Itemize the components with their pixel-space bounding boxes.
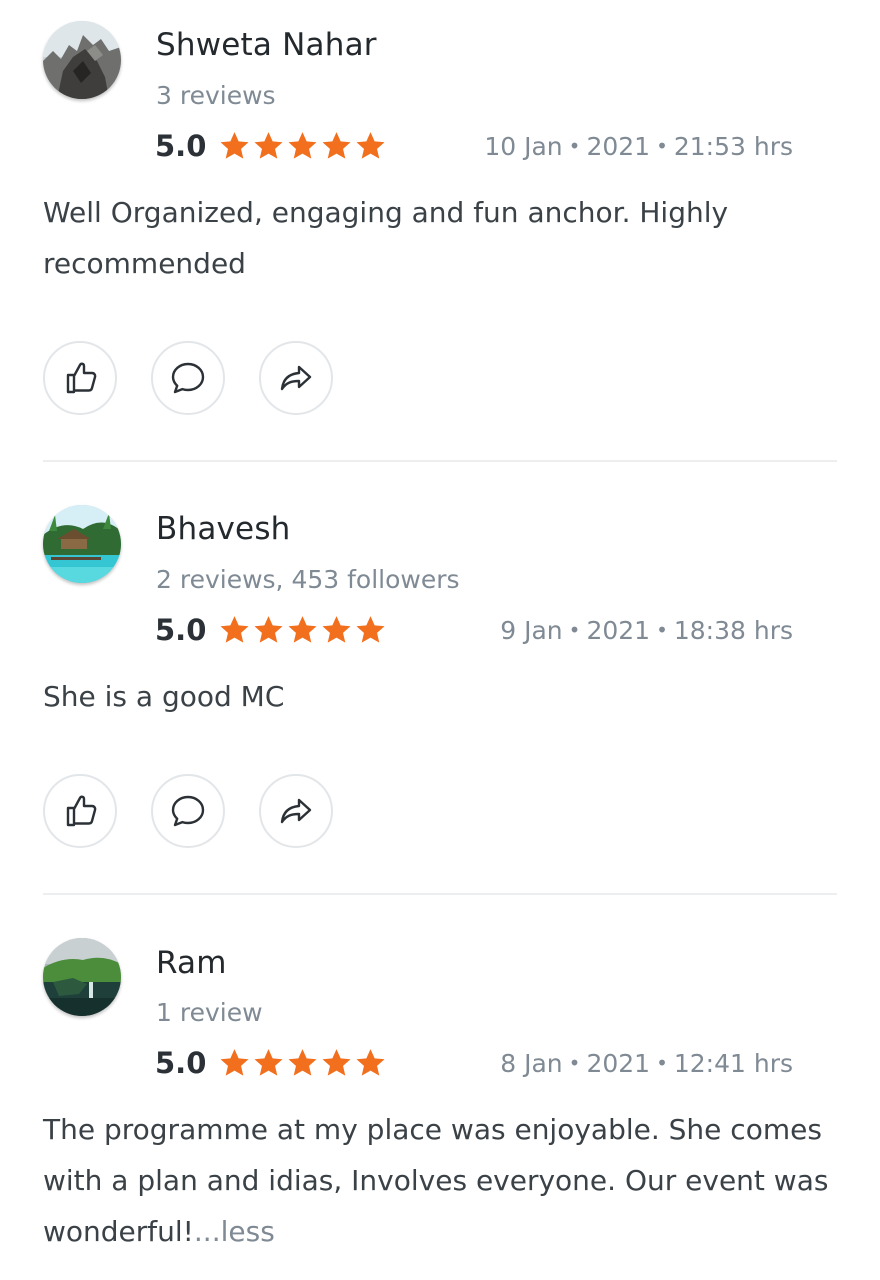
review-actions — [43, 341, 333, 415]
share-button[interactable] — [259, 774, 333, 848]
rating-value: 5.0 — [155, 1046, 207, 1080]
date-year: 2021 — [586, 616, 651, 645]
star-icon — [320, 1047, 353, 1079]
date-day: 10 Jan — [484, 132, 563, 161]
rating: 5.0 — [155, 613, 387, 647]
date-day: 9 Jan — [500, 616, 563, 645]
show-less-link[interactable]: ...less — [194, 1215, 275, 1248]
avatar[interactable] — [43, 505, 121, 583]
star-rating — [218, 130, 387, 162]
star-icon — [286, 614, 319, 646]
rating: 5.0 — [155, 129, 387, 163]
star-icon — [252, 1047, 285, 1079]
avatar-rock-image — [43, 21, 121, 99]
avatar[interactable] — [43, 938, 121, 1016]
avatar-landscape-image — [43, 938, 121, 1016]
star-icon — [218, 130, 251, 162]
comment-button[interactable] — [151, 341, 225, 415]
like-button[interactable] — [43, 341, 117, 415]
share-arrow-icon — [276, 358, 316, 398]
star-icon — [320, 130, 353, 162]
review-date: 8 Jan • 2021 • 12:41 hrs — [500, 1049, 793, 1078]
star-icon — [320, 614, 353, 646]
star-icon — [286, 1047, 319, 1079]
reviewer-name[interactable]: Shweta Nahar — [156, 27, 377, 63]
speech-bubble-icon — [168, 791, 208, 831]
rating: 5.0 — [155, 1046, 387, 1080]
star-rating — [218, 614, 387, 646]
comment-button[interactable] — [151, 774, 225, 848]
rating-value: 5.0 — [155, 613, 207, 647]
review-text: Well Organized, engaging and fun anchor.… — [43, 196, 729, 280]
star-icon — [354, 130, 387, 162]
date-day: 8 Jan — [500, 1049, 563, 1078]
reviewer-stats: 1 review — [156, 998, 263, 1027]
star-icon — [218, 1047, 251, 1079]
divider — [43, 893, 837, 895]
share-button[interactable] — [259, 341, 333, 415]
avatar[interactable] — [43, 21, 121, 99]
thumbs-up-icon — [60, 358, 100, 398]
star-icon — [252, 130, 285, 162]
reviewer-stats: 2 reviews, 453 followers — [156, 565, 460, 594]
avatar-beach-image — [43, 505, 121, 583]
star-rating — [218, 1047, 387, 1079]
date-year: 2021 — [586, 1049, 651, 1078]
date-time: 21:53 hrs — [673, 132, 793, 161]
share-arrow-icon — [276, 791, 316, 831]
star-icon — [354, 614, 387, 646]
review-date: 9 Jan • 2021 • 18:38 hrs — [500, 616, 793, 645]
review-text-content: The programme at my place was enjoyable.… — [43, 1113, 829, 1248]
speech-bubble-icon — [168, 358, 208, 398]
thumbs-up-icon — [60, 791, 100, 831]
review-text: The programme at my place was enjoyable.… — [43, 1104, 843, 1257]
star-icon — [354, 1047, 387, 1079]
date-time: 18:38 hrs — [673, 616, 793, 645]
reviewer-name[interactable]: Ram — [156, 945, 227, 981]
date-time: 12:41 hrs — [673, 1049, 793, 1078]
reviewer-stats: 3 reviews — [156, 81, 276, 110]
rating-value: 5.0 — [155, 129, 207, 163]
star-icon — [286, 130, 319, 162]
review-actions — [43, 774, 333, 848]
star-icon — [252, 614, 285, 646]
date-year: 2021 — [586, 132, 651, 161]
review-date: 10 Jan • 2021 • 21:53 hrs — [484, 132, 793, 161]
review-text: She is a good MC — [43, 680, 285, 713]
like-button[interactable] — [43, 774, 117, 848]
reviewer-name[interactable]: Bhavesh — [156, 511, 291, 547]
star-icon — [218, 614, 251, 646]
divider — [43, 460, 837, 462]
